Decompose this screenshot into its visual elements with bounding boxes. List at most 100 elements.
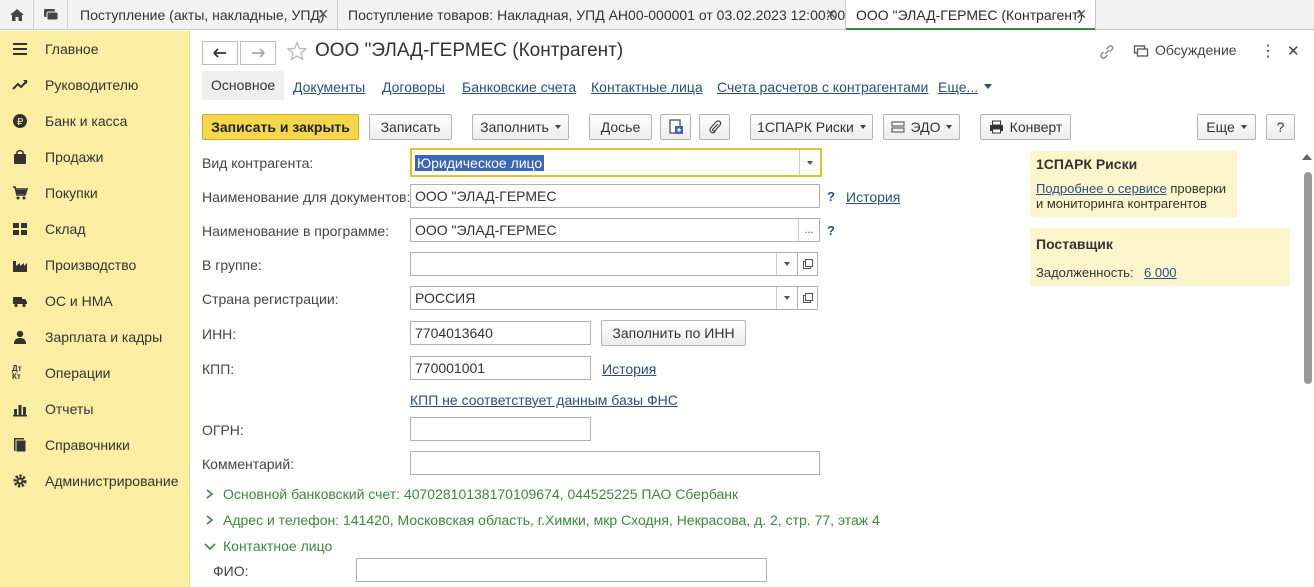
gear-icon	[13, 474, 27, 488]
sidebar-item-salary[interactable]: Зарплата и кадры	[0, 319, 190, 355]
sidebar-item-label: Склад	[45, 221, 86, 237]
button-label: Досье	[600, 119, 641, 135]
close-icon[interactable]: ✕	[825, 6, 837, 23]
tab-contacts[interactable]: Контактные лица	[591, 79, 703, 95]
more-button[interactable]: Еще	[1197, 114, 1256, 140]
sidebar-item-operations[interactable]: Дт Кт Операции	[0, 355, 190, 391]
sidebar-item-director[interactable]: Руководителю	[0, 67, 190, 103]
select-button[interactable]: ...	[798, 219, 819, 241]
scroll-up-icon[interactable]	[1302, 154, 1312, 160]
spark-panel-text: Подробнее о сервисе проверки	[1036, 181, 1226, 196]
sidebar-item-administration[interactable]: Администрирование	[0, 463, 190, 499]
sidebar-item-sales[interactable]: Продажи	[0, 139, 190, 175]
tab-settlement-accounts[interactable]: Счета расчетов с контрагентами	[717, 79, 928, 95]
chat-icon[interactable]	[34, 0, 68, 30]
ogrn-input[interactable]	[410, 417, 591, 441]
kpp-input[interactable]: 770001001	[410, 356, 591, 380]
close-icon[interactable]: ✕	[1287, 42, 1300, 60]
tab-contracts[interactable]: Договоры	[382, 79, 445, 95]
open-window-icon	[802, 293, 813, 303]
tab-counterparty[interactable]: ООО "ЭЛАД-ГЕРМЕС (Контрагент) ✕	[846, 0, 1096, 31]
group-title: Основной банковский счет: 40702810138170…	[223, 486, 739, 502]
tab-documents[interactable]: Документы	[293, 79, 365, 95]
sidebar-item-label: Операции	[45, 365, 111, 381]
sidebar-item-production[interactable]: Производство	[0, 247, 190, 283]
tab-receipt-document[interactable]: Поступление товаров: Накладная, УПД АН00…	[338, 0, 846, 30]
progname-label: Наименование в программе:	[202, 223, 390, 239]
country-select[interactable]: РОССИЯ	[410, 286, 798, 310]
edo-button[interactable]: ЭДО	[883, 114, 960, 140]
save-and-close-button[interactable]: Записать и закрыть	[202, 114, 359, 140]
close-icon[interactable]: ✕	[1075, 6, 1087, 23]
docname-input[interactable]: ООО "ЭЛАД-ГЕРМЕС	[410, 184, 820, 208]
tab-receipts-list[interactable]: Поступление (акты, накладные, УПД) ✕	[70, 0, 338, 30]
sidebar-item-reports[interactable]: Отчеты	[0, 391, 190, 427]
home-icon[interactable]	[0, 0, 34, 30]
chevron-down-icon	[554, 125, 561, 129]
fio-input[interactable]	[356, 558, 767, 582]
sidebar-item-bank[interactable]: ₽ Банк и касса	[0, 103, 190, 139]
dropdown-button[interactable]	[776, 253, 797, 275]
contact-group[interactable]: Контактное лицо	[203, 538, 332, 554]
kpp-history-link[interactable]: История	[602, 361, 656, 377]
debt-value-link[interactable]: 6 000	[1144, 265, 1177, 280]
button-label: Еще	[1206, 119, 1235, 135]
help-button[interactable]: ?	[1266, 114, 1295, 140]
save-button[interactable]: Записать	[369, 114, 452, 140]
inn-input[interactable]: 7704013640	[410, 321, 591, 345]
report-button[interactable]	[660, 114, 691, 140]
open-button[interactable]	[798, 252, 818, 276]
dossier-button[interactable]: Досье	[589, 114, 652, 140]
spark-text-2: и мониторинга контрагентов	[1036, 196, 1207, 211]
person-icon	[14, 330, 26, 344]
tab-label: ООО "ЭЛАД-ГЕРМЕС (Контрагент)	[856, 7, 1084, 23]
more-actions-icon[interactable]: ⋮	[1260, 41, 1276, 61]
group-select[interactable]	[410, 252, 798, 276]
spark-risks-button[interactable]: 1СПАРК Риски	[750, 114, 873, 140]
history-link[interactable]: История	[846, 189, 900, 205]
open-button[interactable]	[798, 286, 818, 310]
spark-more-link[interactable]: Подробнее о сервисе	[1036, 181, 1167, 196]
kpp-warning-link[interactable]: КПП не соответствует данным базы ФНС	[410, 392, 678, 408]
button-label: Записать и закрыть	[211, 119, 350, 135]
scrollbar-thumb[interactable]	[1304, 172, 1312, 384]
fill-by-inn-button[interactable]: Заполнить по ИНН	[601, 320, 746, 346]
kind-select[interactable]: Юридическое лицо	[410, 148, 822, 177]
sidebar-item-label: Производство	[45, 257, 137, 273]
fio-label: ФИО:	[213, 563, 249, 579]
sidebar-item-warehouse[interactable]: Склад	[0, 211, 190, 247]
link-icon[interactable]	[1099, 44, 1115, 60]
open-window-icon	[802, 259, 813, 269]
chevron-right-icon	[206, 515, 214, 525]
dropdown-button[interactable]	[799, 150, 820, 175]
tab-main[interactable]: Основное	[202, 71, 285, 100]
progname-input[interactable]: ООО "ЭЛАД-ГЕРМЕС ...	[410, 218, 820, 242]
envelope-button[interactable]: Конверт	[980, 114, 1071, 140]
chevron-down-icon[interactable]	[983, 83, 993, 91]
address-group[interactable]: Адрес и телефон: 141420, Московская обла…	[203, 512, 880, 528]
forward-button[interactable]	[240, 41, 276, 65]
dt-kt-icon: Дт Кт	[12, 364, 22, 381]
attach-button[interactable]	[699, 114, 730, 140]
back-button[interactable]	[202, 41, 238, 65]
chevron-down-icon	[859, 125, 866, 129]
tab-more[interactable]: Еще...	[938, 79, 978, 95]
sidebar-item-references[interactable]: Справочники	[0, 427, 190, 463]
bank-account-group[interactable]: Основной банковский счет: 40702810138170…	[203, 486, 738, 502]
sidebar-item-fixed-assets[interactable]: ОС и НМА	[0, 283, 190, 319]
help-icon[interactable]: ?	[827, 189, 835, 204]
close-icon[interactable]: ✕	[317, 6, 329, 23]
help-icon[interactable]: ?	[827, 223, 835, 238]
fill-button[interactable]: Заполнить	[472, 114, 569, 140]
warehouse-icon	[13, 223, 27, 235]
discussion-button[interactable]: Обсуждение	[1155, 42, 1237, 58]
sidebar-item-purchases[interactable]: Покупки	[0, 175, 190, 211]
dropdown-button[interactable]	[776, 287, 797, 309]
favorite-star-icon[interactable]	[287, 41, 307, 61]
tab-bank-accounts[interactable]: Банковские счета	[462, 79, 576, 95]
window-tab-bar: Поступление (акты, накладные, УПД) ✕ Пос…	[0, 0, 1314, 31]
comment-input[interactable]	[410, 451, 820, 475]
button-label: Записать	[380, 119, 441, 135]
sidebar-item-main[interactable]: Главное	[0, 31, 190, 67]
sidebar-item-label: Покупки	[45, 185, 98, 201]
